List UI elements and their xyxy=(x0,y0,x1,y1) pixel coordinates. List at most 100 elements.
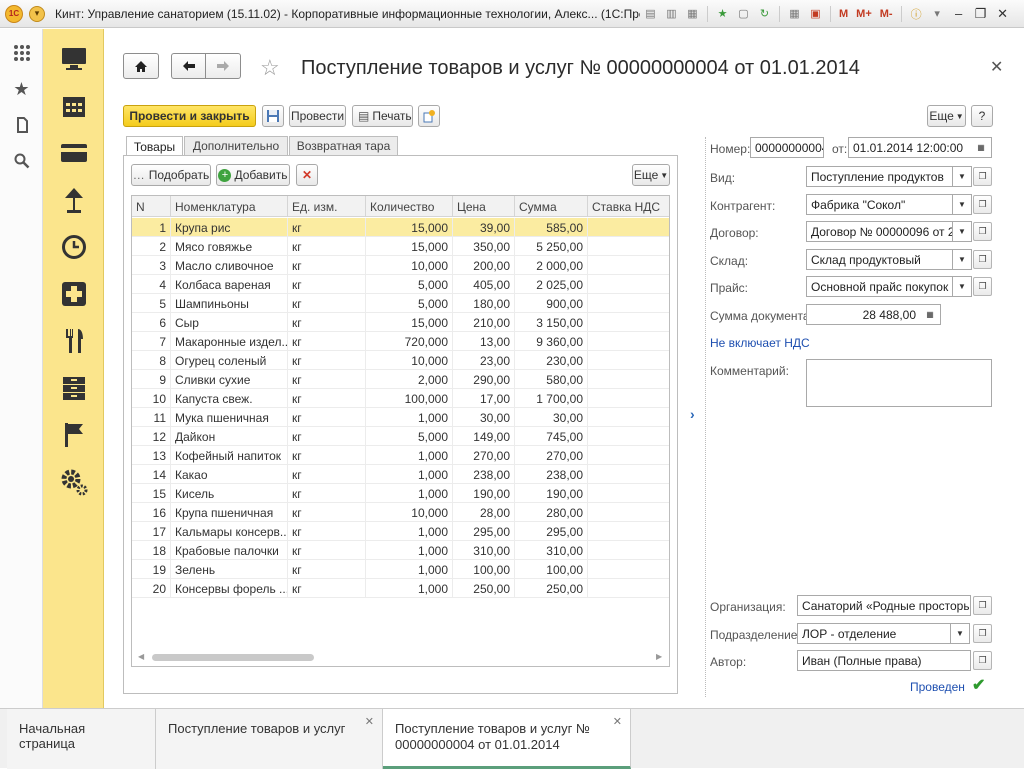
menu-grid-icon[interactable] xyxy=(0,35,43,71)
table-cell[interactable]: 230,00 xyxy=(515,351,588,370)
table-cell[interactable]: Огурец соленый xyxy=(171,351,288,370)
table-cell[interactable]: 30,00 xyxy=(515,408,588,427)
print-button[interactable]: ▤ Печать xyxy=(352,105,413,127)
memory-sub-button[interactable]: M- xyxy=(880,8,893,20)
table-cell[interactable]: Мука пшеничная xyxy=(171,408,288,427)
table-row[interactable]: 15 Кисель кг 1,000 190,00 190,00 xyxy=(132,484,669,503)
table-cell[interactable]: Зелень xyxy=(171,560,288,579)
table-cell[interactable]: 17,00 xyxy=(453,389,515,408)
contract-dropdown-icon[interactable]: ▼ xyxy=(953,221,972,242)
table-row[interactable]: 10 Капуста свеж. кг 100,000 17,00 1 700,00 xyxy=(132,389,669,408)
history-icon[interactable] xyxy=(0,107,43,143)
table-cell[interactable]: 3 150,00 xyxy=(515,313,588,332)
table-cell[interactable]: кг xyxy=(288,427,366,446)
counterparty-dropdown-icon[interactable]: ▼ xyxy=(953,194,972,215)
warehouse-open-icon[interactable]: ❐ xyxy=(973,250,992,269)
table-row[interactable]: 16 Крупа пшеничная кг 10,000 28,00 280,00 xyxy=(132,503,669,522)
table-row[interactable]: 4 Колбаса вареная кг 5,000 405,00 2 025,00 xyxy=(132,275,669,294)
table-cell[interactable]: 180,00 xyxy=(453,294,515,313)
table-cell[interactable] xyxy=(588,294,669,313)
table-cell[interactable]: кг xyxy=(288,351,366,370)
collapse-panel-chevron-icon[interactable]: › xyxy=(690,406,695,422)
minimize-button[interactable]: – xyxy=(948,4,970,23)
table-cell[interactable] xyxy=(588,218,669,237)
table-cell[interactable]: 270,00 xyxy=(453,446,515,465)
table-cell[interactable] xyxy=(588,370,669,389)
table-cell[interactable]: кг xyxy=(288,332,366,351)
table-cell[interactable]: Макаронные издел... xyxy=(171,332,288,351)
table-cell[interactable]: 720,000 xyxy=(366,332,453,351)
table-cell[interactable]: 295,00 xyxy=(453,522,515,541)
tab-goods[interactable]: Товары xyxy=(126,136,183,156)
kind-open-icon[interactable]: ❐ xyxy=(973,167,992,186)
clock-section-icon[interactable] xyxy=(43,223,104,270)
table-cell[interactable]: Сыр xyxy=(171,313,288,332)
vat-link[interactable]: Не включает НДС xyxy=(710,336,810,350)
table-row[interactable]: 12 Дайкон кг 5,000 149,00 745,00 xyxy=(132,427,669,446)
number-field[interactable]: 00000000004 xyxy=(750,137,824,158)
contract-open-icon[interactable]: ❐ xyxy=(973,222,992,241)
table-cell[interactable]: 100,00 xyxy=(515,560,588,579)
table-cell[interactable]: 350,00 xyxy=(453,237,515,256)
table-cell[interactable]: кг xyxy=(288,503,366,522)
table-cell[interactable]: 585,00 xyxy=(515,218,588,237)
table-cell[interactable]: Сливки сухие xyxy=(171,370,288,389)
table-cell[interactable]: 30,00 xyxy=(453,408,515,427)
favorites-star-icon[interactable]: ★ xyxy=(0,71,43,107)
table-cell[interactable]: кг xyxy=(288,237,366,256)
table-cell[interactable] xyxy=(588,237,669,256)
flag-section-icon[interactable] xyxy=(43,411,104,458)
link-icon[interactable]: ▢ xyxy=(734,4,753,23)
save-icon[interactable]: ▤ xyxy=(641,4,660,23)
column-header[interactable]: Номенклатура xyxy=(171,196,288,217)
table-cell[interactable]: 10,000 xyxy=(366,503,453,522)
table-cell[interactable]: 15,000 xyxy=(366,237,453,256)
back-button[interactable] xyxy=(171,53,205,79)
table-cell[interactable]: 310,00 xyxy=(515,541,588,560)
column-header[interactable]: Цена xyxy=(453,196,515,217)
table-cell[interactable]: 11 xyxy=(132,408,171,427)
price-field[interactable]: Основной прайс покупок xyxy=(806,276,953,297)
table-cell[interactable]: 270,00 xyxy=(515,446,588,465)
calculator-picker-icon[interactable]: ▦ xyxy=(920,304,941,325)
table-cell[interactable] xyxy=(588,579,669,598)
table-cell[interactable]: Масло сливочное xyxy=(171,256,288,275)
table-cell[interactable]: 14 xyxy=(132,465,171,484)
table-cell[interactable]: 238,00 xyxy=(515,465,588,484)
table-cell[interactable]: 190,00 xyxy=(453,484,515,503)
table-cell[interactable]: 2 025,00 xyxy=(515,275,588,294)
department-dropdown-icon[interactable]: ▼ xyxy=(951,623,970,644)
table-cell[interactable]: кг xyxy=(288,579,366,598)
document-sum-field[interactable]: 28 488,00 xyxy=(806,304,921,325)
table-cell[interactable]: 3 xyxy=(132,256,171,275)
table-cell[interactable]: 12 xyxy=(132,427,171,446)
table-cell[interactable]: 900,00 xyxy=(515,294,588,313)
table-cell[interactable] xyxy=(588,275,669,294)
table-cell[interactable]: 5,000 xyxy=(366,275,453,294)
refresh-icon[interactable]: ↻ xyxy=(755,4,774,23)
chevron-down-icon[interactable]: ▾ xyxy=(928,4,947,23)
table-cell[interactable]: 5,000 xyxy=(366,427,453,446)
table-cell[interactable]: 1,000 xyxy=(366,446,453,465)
column-header[interactable]: Количество xyxy=(366,196,453,217)
counterparty-open-icon[interactable]: ❐ xyxy=(973,195,992,214)
table-cell[interactable]: кг xyxy=(288,541,366,560)
table-cell[interactable] xyxy=(588,484,669,503)
tab-additional[interactable]: Дополнительно xyxy=(184,136,288,155)
close-tab-icon[interactable]: ✕ xyxy=(365,715,374,728)
table-cell[interactable] xyxy=(588,522,669,541)
table-cell[interactable]: 210,00 xyxy=(453,313,515,332)
table-cell[interactable]: 295,00 xyxy=(515,522,588,541)
table-row[interactable]: 5 Шампиньоны кг 5,000 180,00 900,00 xyxy=(132,294,669,313)
table-cell[interactable]: 1,000 xyxy=(366,579,453,598)
table-cell[interactable]: 5,000 xyxy=(366,294,453,313)
table-row[interactable]: 13 Кофейный напиток кг 1,000 270,00 270,00 xyxy=(132,446,669,465)
table-cell[interactable]: Дайкон xyxy=(171,427,288,446)
favorites-add-icon[interactable]: ★ xyxy=(713,4,732,23)
warehouse-field[interactable]: Склад продуктовый xyxy=(806,249,953,270)
table-cell[interactable]: 310,00 xyxy=(453,541,515,560)
price-open-icon[interactable]: ❐ xyxy=(973,277,992,296)
table-cell[interactable] xyxy=(588,408,669,427)
create-based-on-button[interactable] xyxy=(418,105,440,127)
table-cell[interactable]: 28,00 xyxy=(453,503,515,522)
